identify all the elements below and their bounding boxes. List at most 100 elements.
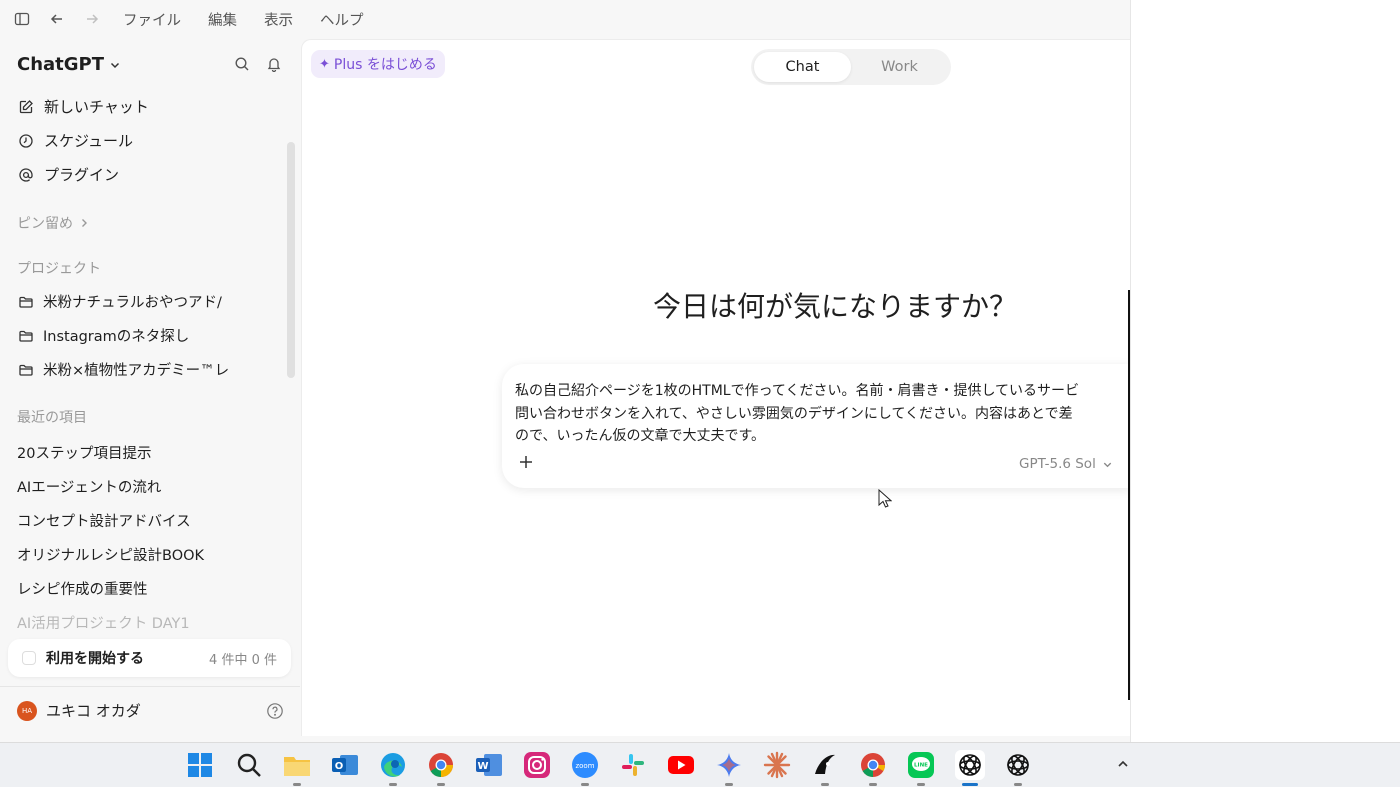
search-icon[interactable] bbox=[232, 54, 252, 74]
schedule-label: スケジュール bbox=[44, 132, 133, 150]
line-icon[interactable]: LINE bbox=[906, 750, 936, 786]
main-panel: ✦ Plus をはじめる Chat Work 今日は何が気になりますか？ 私の自… bbox=[301, 39, 1130, 736]
active-indicator bbox=[962, 783, 978, 786]
get-started-card[interactable]: 利用を開始する 4 件中 0 件 bbox=[8, 639, 291, 677]
folder-icon bbox=[17, 327, 35, 345]
recent-chat-item[interactable]: コンセプト設計アドバイス bbox=[17, 510, 191, 531]
mouse-cursor-icon bbox=[878, 488, 893, 513]
chrome-icon[interactable] bbox=[426, 750, 456, 786]
plugins-button[interactable]: プラグイン bbox=[17, 164, 119, 185]
running-indicator bbox=[389, 783, 397, 786]
start-plus-label: Plus をはじめる bbox=[333, 57, 437, 73]
projects-heading: プロジェクト bbox=[17, 261, 101, 277]
chatgpt-icon[interactable] bbox=[955, 750, 985, 786]
bell-icon[interactable] bbox=[264, 54, 284, 74]
running-indicator bbox=[293, 783, 301, 786]
model-selector[interactable]: GPT-5.6 Sol bbox=[1019, 456, 1113, 472]
running-indicator bbox=[1014, 783, 1022, 786]
running-indicator bbox=[917, 783, 925, 786]
folder-icon bbox=[17, 293, 35, 311]
forward-arrow-icon[interactable] bbox=[82, 9, 102, 29]
file-explorer-icon[interactable] bbox=[282, 750, 312, 786]
user-name: ユキコ オカダ bbox=[46, 702, 141, 720]
avatar: HA bbox=[17, 700, 37, 721]
youtube-icon[interactable] bbox=[666, 750, 696, 780]
menu-help[interactable]: ヘルプ bbox=[320, 9, 364, 30]
svg-text:LINE: LINE bbox=[914, 763, 928, 769]
new-chat-label: 新しいチャット bbox=[44, 98, 149, 116]
project-label: 米粉×植物性アカデミー™レ bbox=[43, 363, 230, 379]
user-menu[interactable]: HA ユキコ オカダ bbox=[17, 700, 285, 721]
recent-heading: 最近の項目 bbox=[17, 410, 87, 426]
chevron-up-icon[interactable] bbox=[1114, 755, 1132, 773]
prompt-composer[interactable]: 私の自己紹介ページを1枚のHTMLで作ってください。名前・肩書き・提供しているサ… bbox=[502, 364, 1130, 488]
perplexity-icon[interactable] bbox=[810, 750, 840, 786]
empty-screen-area bbox=[1130, 0, 1400, 742]
divider bbox=[0, 686, 300, 687]
back-arrow-icon[interactable] bbox=[47, 9, 67, 29]
sparkle-icon: ✦ bbox=[319, 56, 330, 72]
chevron-down-icon bbox=[109, 59, 121, 71]
pinned-section[interactable]: ピン留め bbox=[17, 213, 89, 233]
model-label: GPT-5.6 Sol bbox=[1019, 456, 1096, 472]
running-indicator bbox=[581, 783, 589, 786]
checkbox-icon bbox=[22, 651, 36, 665]
schedule-button[interactable]: スケジュール bbox=[17, 130, 133, 151]
svg-text:zoom: zoom bbox=[575, 762, 594, 770]
pinned-label: ピン留め bbox=[17, 216, 73, 232]
sidebar-scrollbar[interactable] bbox=[287, 142, 295, 378]
project-label: 米粉ナチュラルおやつアド/ bbox=[43, 295, 222, 311]
at-sign-icon bbox=[17, 166, 35, 184]
instagram-icon[interactable] bbox=[522, 750, 552, 780]
new-chat-button[interactable]: 新しいチャット bbox=[17, 96, 149, 117]
claude-icon[interactable] bbox=[762, 750, 792, 780]
edge-icon[interactable] bbox=[378, 750, 408, 786]
chatgpt-icon[interactable] bbox=[1003, 750, 1033, 786]
add-attachment-icon[interactable] bbox=[516, 452, 536, 472]
model-switcher[interactable]: ChatGPT bbox=[17, 54, 121, 75]
running-indicator bbox=[725, 783, 733, 786]
menu-edit[interactable]: 編集 bbox=[208, 9, 237, 30]
recent-chat-item[interactable]: 20ステップ項目提示 bbox=[17, 442, 151, 463]
tab-work[interactable]: Work bbox=[851, 52, 948, 82]
app-window: ファイル 編集 表示 ヘルプ ChatGPT 新しいチャット スケジュール プラ… bbox=[0, 0, 1130, 742]
taskbar: O W zoom LINE bbox=[0, 742, 1400, 787]
chevron-right-icon bbox=[79, 218, 89, 228]
windows-start-icon[interactable] bbox=[185, 750, 215, 780]
folder-icon bbox=[17, 361, 35, 379]
gemini-icon[interactable] bbox=[714, 750, 744, 786]
mode-toggle: Chat Work bbox=[751, 49, 951, 85]
page-title: 今日は何が気になりますか？ bbox=[653, 290, 1018, 323]
word-icon[interactable]: W bbox=[474, 750, 504, 780]
prompt-line: ので、いったん仮の文章で大丈夫です。 bbox=[515, 428, 766, 444]
chrome-icon[interactable] bbox=[858, 750, 888, 786]
prompt-line: 問い合わせボタンを入れて、やさしい雰囲気のデザインにしてください。内容はあとで差 bbox=[515, 405, 1073, 422]
svg-text:W: W bbox=[477, 761, 488, 772]
search-icon[interactable] bbox=[234, 750, 264, 780]
project-item[interactable]: 米粉×植物性アカデミー™レ bbox=[17, 359, 237, 380]
project-item[interactable]: Instagramのネタ探し bbox=[17, 325, 237, 346]
recent-chat-item[interactable]: オリジナルレシピ設計BOOK bbox=[17, 544, 204, 565]
outlook-icon[interactable]: O bbox=[330, 750, 360, 780]
sidebar-toggle-icon[interactable] bbox=[12, 9, 32, 29]
running-indicator bbox=[869, 783, 877, 786]
plugins-label: プラグイン bbox=[44, 166, 120, 184]
prompt-input[interactable]: 私の自己紹介ページを1枚のHTMLで作ってください。名前・肩書き・提供しているサ… bbox=[515, 380, 1130, 448]
project-item[interactable]: 米粉ナチュラルおやつアド/ bbox=[17, 291, 237, 312]
start-plus-button[interactable]: ✦ Plus をはじめる bbox=[311, 50, 445, 78]
zoom-icon[interactable]: zoom bbox=[570, 750, 600, 786]
svg-text:O: O bbox=[335, 761, 344, 772]
clock-icon bbox=[17, 132, 35, 150]
menu-view[interactable]: 表示 bbox=[264, 9, 293, 30]
recent-chat-item[interactable]: AIエージェントの流れ bbox=[17, 476, 161, 497]
brand-name: ChatGPT bbox=[17, 54, 105, 75]
recent-chat-item[interactable]: レシピ作成の重要性 bbox=[17, 578, 148, 599]
get-started-label: 利用を開始する bbox=[46, 651, 144, 667]
slack-icon[interactable] bbox=[618, 750, 648, 780]
recent-chat-item[interactable]: AI活用プロジェクト DAY1 bbox=[17, 612, 190, 633]
help-icon[interactable] bbox=[265, 701, 285, 721]
tab-chat[interactable]: Chat bbox=[754, 52, 851, 82]
chevron-down-icon bbox=[1102, 459, 1113, 470]
project-label: Instagramのネタ探し bbox=[43, 329, 190, 345]
menu-file[interactable]: ファイル bbox=[123, 9, 181, 30]
